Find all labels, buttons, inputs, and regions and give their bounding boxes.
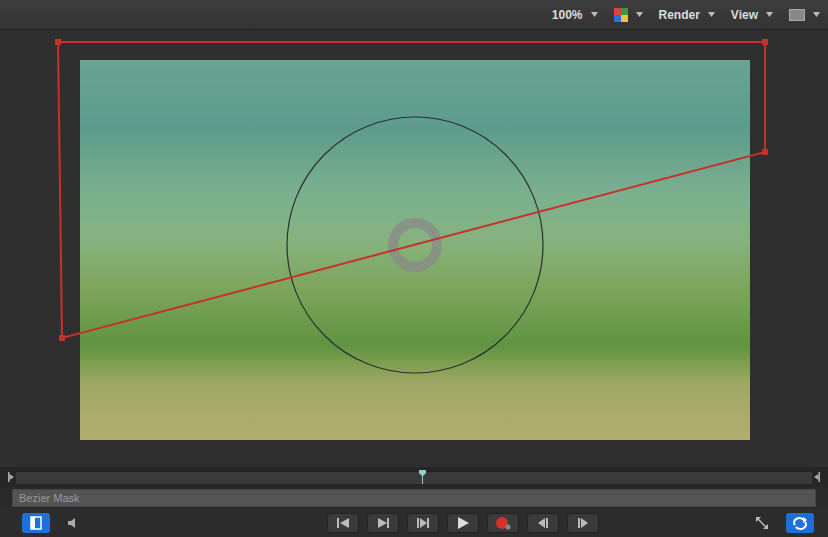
transport-button[interactable] [527,513,559,533]
control-button[interactable] [748,513,776,533]
canvas-window: 100% Render View Bezier Mask [0,0,828,537]
track-row: Bezier Mask [0,487,828,509]
track-label: Bezier Mask [19,492,80,504]
caret-icon [766,12,773,17]
transport-controls [327,513,599,533]
right-controls [748,513,814,533]
loop-icon [792,516,808,530]
menu-label: Render [659,8,700,22]
caret-icon [591,12,598,17]
mask-point[interactable] [55,39,61,45]
fullscreen-icon [755,516,769,530]
mask-overlay[interactable] [0,30,828,467]
bottom-controls [0,509,828,537]
transport-button[interactable] [447,513,479,533]
mask-track-bar[interactable]: Bezier Mask [12,489,816,507]
menu-label: View [731,8,758,22]
top-toolbar: 100% Render View [0,0,828,30]
mask-point[interactable] [762,149,768,155]
control-button[interactable] [60,513,88,533]
speaker-icon [67,517,81,529]
canvas[interactable] [0,30,828,467]
to-end-icon [416,517,430,529]
transport-button[interactable] [407,513,439,533]
ruler-track[interactable] [16,471,812,484]
playhead-icon [419,470,426,484]
layout-icon [789,9,805,21]
caret-icon [708,12,715,17]
layers-icon [30,516,42,530]
color-channels-icon [614,8,628,22]
transport-button[interactable] [567,513,599,533]
to-start-icon [336,517,350,529]
zoom-menu[interactable]: 100% [552,8,598,22]
bezier-mask-shape[interactable] [58,42,765,338]
toolbar-menu[interactable]: Render [659,8,715,22]
next-frame-icon [576,517,590,529]
play-from-icon [376,517,390,529]
transport-button[interactable] [487,513,519,533]
prev-frame-icon [536,517,550,529]
left-controls [22,513,88,533]
playhead[interactable] [419,470,426,488]
in-marker-icon[interactable] [8,472,14,482]
zoom-label: 100% [552,8,583,22]
caret-icon [636,12,643,17]
toolbar-menu[interactable]: View [731,8,773,22]
mask-point[interactable] [59,335,65,341]
mask-point[interactable] [762,39,768,45]
transport-button[interactable] [327,513,359,533]
play-icon [456,516,470,530]
record-icon [495,516,511,530]
caret-icon [813,12,820,17]
out-marker-icon[interactable] [814,472,820,482]
control-button[interactable] [22,513,50,533]
transport-button[interactable] [367,513,399,533]
color-channels-menu[interactable] [614,8,643,22]
layout-menu[interactable] [789,9,820,21]
control-button[interactable] [786,513,814,533]
mini-timeline [0,467,828,487]
